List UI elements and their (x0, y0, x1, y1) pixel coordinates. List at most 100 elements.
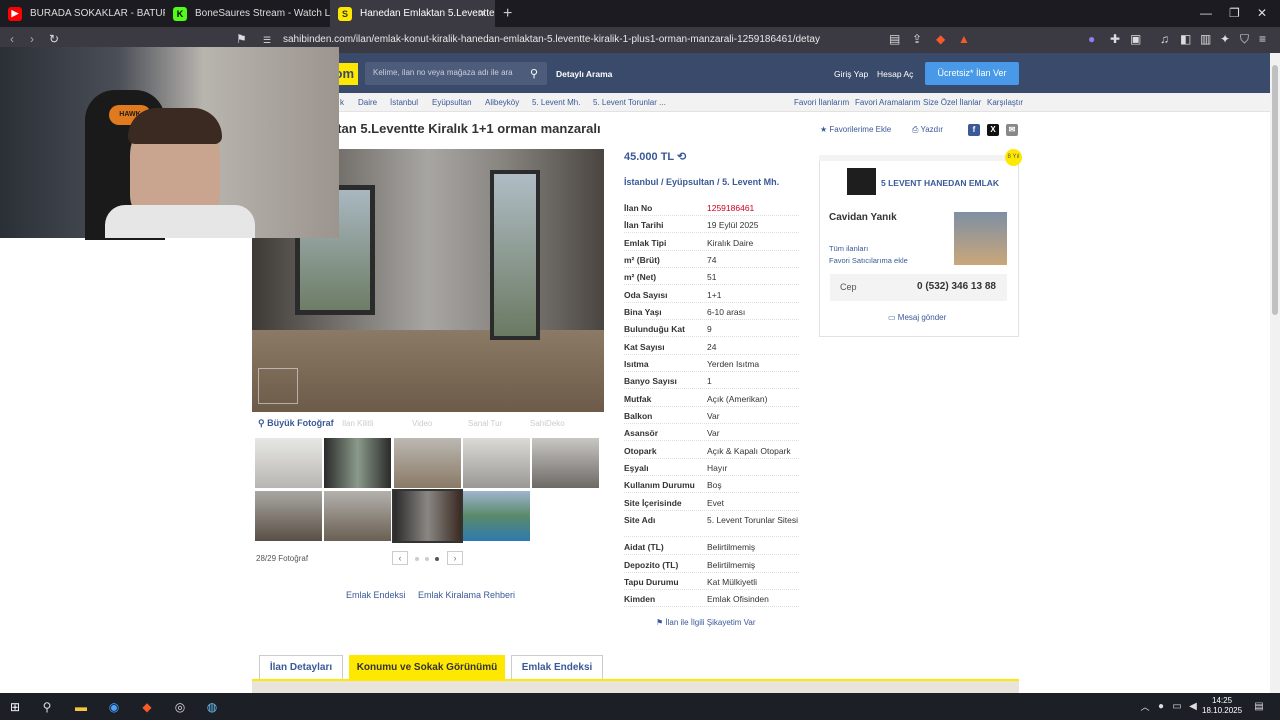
obs-icon[interactable]: ◎ (171, 698, 189, 716)
breadcrumb-item[interactable]: 5. Levent Torunlar ... (593, 98, 666, 107)
photo-thumbnail[interactable] (394, 438, 461, 488)
breadcrumb-item[interactable]: 5. Levent Mh. (532, 98, 580, 107)
next-page-icon[interactable]: › (447, 551, 463, 565)
extensions-icon[interactable]: ✚ (1110, 32, 1120, 46)
search-icon[interactable]: ⚲ (38, 698, 56, 716)
breadcrumb-item[interactable]: k (340, 98, 344, 107)
split-view-icon[interactable]: ◧ (1180, 32, 1191, 46)
restore-icon[interactable]: ❐ (1229, 6, 1240, 20)
compare-link[interactable]: Karşılaştır (987, 98, 1023, 107)
complaint-link[interactable]: ⚑ İlan ile İlgili Şikayetim Var (656, 618, 756, 627)
detail-value: Yerden Isıtma (707, 359, 760, 369)
phone-number[interactable]: 0 (532) 346 13 88 (917, 281, 996, 292)
add-favorite-seller-link[interactable]: Favori Satıcılarıma ekle (829, 256, 908, 265)
print-link[interactable]: ⎙ Yazdır (912, 125, 943, 135)
media-icon[interactable]: ♫ (1160, 32, 1169, 46)
detail-row: Balkon Var (624, 407, 799, 424)
brave-icon[interactable]: ◆ (138, 698, 156, 716)
send-message-link[interactable]: ▭ Mesaj gönder (888, 313, 946, 322)
add-favorite-link[interactable]: ★ Favorilerime Ekle (820, 125, 891, 134)
breadcrumb-item[interactable]: İstanbul (390, 98, 418, 107)
photo-thumbnail[interactable] (324, 438, 391, 488)
search-input[interactable]: Kelime, ilan no veya mağaza adı ile ara (365, 62, 547, 85)
rental-guide-link[interactable]: Emlak Kiralama Rehberi (418, 590, 515, 600)
detail-key: Mutfak (624, 394, 652, 404)
photo-thumbnail-selected[interactable] (392, 489, 463, 543)
login-link[interactable]: Giriş Yap (834, 69, 868, 79)
history-icon[interactable]: ⟲ (677, 151, 686, 163)
tab-location-streetview[interactable]: Konumu ve Sokak Görünümü (349, 655, 505, 679)
bookmark-icon[interactable]: ⚑ (236, 32, 247, 46)
map-preview[interactable] (252, 679, 1019, 693)
reader-icon[interactable]: ▤ (889, 32, 900, 46)
photo-thumbnail[interactable] (255, 438, 322, 488)
photo-thumbnail[interactable] (255, 491, 322, 541)
prev-page-icon[interactable]: ‹ (392, 551, 408, 565)
wallet-icon[interactable]: ▥ (1200, 32, 1211, 46)
breadcrumb-item[interactable]: Alibeyköy (485, 98, 519, 107)
file-explorer-icon[interactable]: ▬ (72, 698, 90, 716)
post-listing-button[interactable]: Ücretsiz* İlan Ver (925, 62, 1019, 85)
page-dot-active[interactable] (435, 557, 439, 561)
page-dot[interactable] (415, 557, 419, 561)
location-district[interactable]: Eyüpsultan (666, 177, 715, 187)
register-link[interactable]: Hesap Aç (877, 69, 913, 79)
photo-thumbnail[interactable] (463, 491, 530, 541)
detailed-search-link[interactable]: Detaylı Arama (556, 69, 612, 79)
photo-thumbnail[interactable] (532, 438, 599, 488)
tab-kick[interactable]: K BoneSaures Stream - Watch Live on (165, 0, 330, 27)
forward-icon[interactable]: › (30, 32, 34, 46)
breadcrumb-item[interactable]: Eyüpsultan (432, 98, 472, 107)
photo-thumbnail[interactable] (463, 438, 530, 488)
all-listings-link[interactable]: Tüm ilanları (829, 244, 868, 253)
vpn-icon[interactable]: ● (1088, 32, 1095, 46)
new-tab-button[interactable]: + (503, 5, 512, 23)
reload-icon[interactable]: ↻ (49, 32, 59, 46)
detail-value: 24 (707, 342, 717, 352)
chrome-icon[interactable]: ◉ (105, 698, 123, 716)
favorite-searches-link[interactable]: Favori Aramalarım (855, 98, 920, 107)
store-logo[interactable] (847, 168, 876, 195)
location-city[interactable]: İstanbul (624, 177, 659, 187)
scrollbar-thumb[interactable] (1272, 65, 1278, 315)
detail-key: Tapu Durumu (624, 577, 679, 587)
photo-floor (252, 330, 604, 412)
brave-shield-icon[interactable]: ◆ (936, 32, 945, 46)
detail-row: Kullanım Durumu Boş (624, 476, 799, 493)
real-estate-index-link[interactable]: Emlak Endeksi (346, 590, 406, 600)
shield-icon[interactable]: ⛉ (1240, 32, 1249, 47)
tab-sahibinden[interactable]: S Hanedan Emlaktan 5.Leventte Ki ✕ (330, 0, 495, 27)
page-dot[interactable] (425, 557, 429, 561)
location-neighborhood[interactable]: 5. Levent Mh. (722, 177, 779, 187)
notification-icon[interactable]: ▤ (1250, 698, 1268, 716)
special-listings-link[interactable]: Size Özel İlanlar (923, 98, 981, 107)
site-info-icon[interactable]: ☰ (263, 35, 271, 46)
tab-listing-details[interactable]: İlan Detayları (259, 655, 343, 679)
back-icon[interactable]: ‹ (10, 32, 14, 46)
close-window-icon[interactable]: ✕ (1257, 6, 1267, 20)
volume-icon[interactable]: ◀ (1184, 698, 1202, 716)
windows-start-icon[interactable]: ⊞ (6, 698, 24, 716)
system-clock[interactable]: 14:25 18.10.2025 (1202, 696, 1242, 716)
email-icon[interactable]: ✉ (1006, 124, 1018, 136)
steam-icon[interactable]: ◍ (203, 698, 221, 716)
leo-ai-icon[interactable]: ✦ (1220, 32, 1230, 46)
detail-row: Banyo Sayısı 1 (624, 372, 799, 389)
breadcrumb-item[interactable]: Daire (358, 98, 377, 107)
brave-rewards-icon[interactable]: ▲ (958, 32, 970, 46)
search-icon[interactable]: ⚲ (530, 67, 538, 80)
menu-icon[interactable]: ≡ (1259, 32, 1266, 46)
share-icon[interactable]: ⇪ (912, 32, 922, 46)
close-tab-icon[interactable]: ✕ (478, 7, 487, 20)
store-name[interactable]: 5 LEVENT HANEDAN EMLAK (881, 178, 999, 188)
tab-real-estate-index[interactable]: Emlak Endeksi (511, 655, 603, 679)
url-field[interactable]: sahibinden.com/ilan/emlak-konut-kiralik-… (283, 34, 820, 45)
x-icon[interactable]: X (987, 124, 999, 136)
minimize-icon[interactable]: — (1200, 6, 1212, 20)
facebook-icon[interactable]: f (968, 124, 980, 136)
sidebar-icon[interactable]: ▣ (1130, 32, 1141, 46)
favorite-listings-link[interactable]: Favori İlanlarım (794, 98, 849, 107)
photo-thumbnail[interactable] (324, 491, 391, 541)
big-photo-link[interactable]: ⚲ Büyük Fotoğraf (258, 418, 334, 429)
tab-youtube[interactable]: ▶ BURADA SOKAKLAR - BATUFLEX & E (0, 0, 165, 27)
